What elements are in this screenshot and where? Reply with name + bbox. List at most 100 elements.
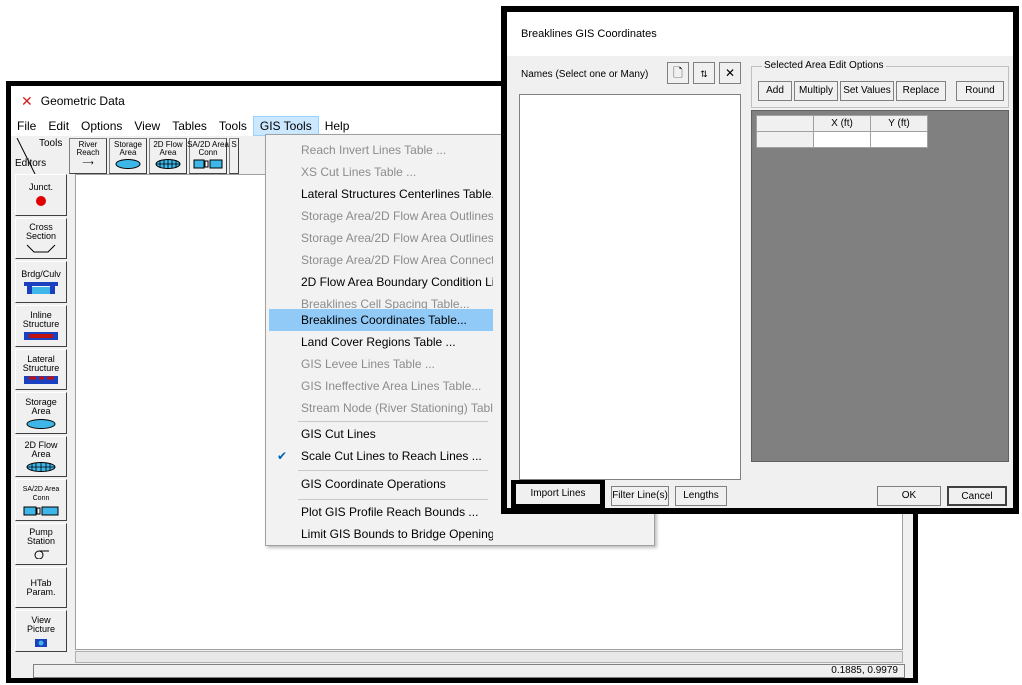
toolbar: Tools Editors River Reach ⟶ Storage Area… <box>15 138 241 174</box>
sort-names-button[interactable]: ⇅ <box>693 62 715 84</box>
menu-gis-ineffective-area[interactable]: GIS Ineffective Area Lines Table... <box>269 375 493 397</box>
pump-station-button[interactable]: Pump Station <box>15 523 67 565</box>
menu-lateral-structures-centerlines[interactable]: Lateral Structures Centerlines Table... <box>269 183 493 205</box>
junction-button[interactable]: Junct. <box>15 174 67 216</box>
storage-area-button[interactable]: Storage Area <box>109 138 147 174</box>
sort-icon: ⇅ <box>700 69 708 79</box>
menu-breaklines-coordinates[interactable]: Breaklines Coordinates Table... <box>269 309 493 331</box>
storage-area-editor-button[interactable]: Storage Area <box>15 392 67 434</box>
s-toolbar-button[interactable]: S <box>229 138 239 174</box>
tools-editors-corner: Tools Editors <box>15 138 67 174</box>
cross-section-button[interactable]: Cross Section <box>15 217 67 260</box>
sa-2d-conn-icon <box>193 159 223 169</box>
new-name-button[interactable]: 🗋 <box>667 62 689 84</box>
menu-reach-invert-lines[interactable]: Reach Invert Lines Table ... <box>269 139 493 161</box>
cross-section-label: Cross Section <box>25 221 57 241</box>
editors-panel: Junct. Cross Section Brdg/Culv Inline St… <box>15 174 71 654</box>
menu-land-cover-regions[interactable]: Land Cover Regions Table ... <box>269 331 493 353</box>
menu-storage-area-connection[interactable]: Storage Area/2D Flow Area Connectic <box>269 249 493 271</box>
menu-limit-gis-bounds[interactable]: Limit GIS Bounds to Bridge Openings <box>269 523 493 545</box>
menu-gis-levee-lines[interactable]: GIS Levee Lines Table ... <box>269 353 493 375</box>
tools-label: Tools <box>39 138 63 149</box>
status-bar: 0.1885, 0.9979 <box>33 664 905 678</box>
horizontal-scrollbar[interactable] <box>75 651 903 663</box>
status-coordinates: 0.1885, 0.9979 <box>831 665 898 676</box>
cross-section-icon <box>26 244 56 253</box>
check-icon: ✔ <box>277 449 288 463</box>
menu-edit[interactable]: Edit <box>42 117 75 135</box>
view-picture-button[interactable]: View Picture <box>15 610 67 653</box>
sa-2d-conn-button[interactable]: SA/2D Area Conn <box>187 138 229 174</box>
menu-options[interactable]: Options <box>75 117 128 135</box>
bridge-culvert-icon <box>24 282 58 295</box>
menu-tools[interactable]: Tools <box>213 117 253 135</box>
htab-param-label: HTab Param. <box>26 577 56 597</box>
storage-area-label: Storage Area <box>113 140 143 157</box>
junction-icon <box>36 195 46 206</box>
menu-gis-cut-lines[interactable]: GIS Cut Lines <box>269 423 493 445</box>
inline-structure-button[interactable]: Inline Structure <box>15 304 67 347</box>
y-cell[interactable] <box>870 131 928 148</box>
menu-view[interactable]: View <box>128 117 166 135</box>
multiply-button[interactable]: Multiply <box>794 81 838 101</box>
row-header <box>756 131 814 148</box>
2d-flow-area-editor-icon <box>26 462 56 473</box>
lateral-structure-label: Lateral Structure <box>22 353 60 373</box>
menu-plot-gis-profile-reach-bounds[interactable]: Plot GIS Profile Reach Bounds ... <box>269 501 493 523</box>
sa-2d-conn-label: SA/2D Area Conn <box>187 140 229 157</box>
add-button[interactable]: Add <box>758 81 792 101</box>
menu-tables[interactable]: Tables <box>166 117 213 135</box>
river-reach-label: River Reach <box>76 140 100 157</box>
cancel-button[interactable]: Cancel <box>947 486 1007 506</box>
replace-button[interactable]: Replace <box>896 81 946 101</box>
new-file-icon: 🗋 <box>673 66 683 80</box>
set-values-button[interactable]: Set Values <box>840 81 894 101</box>
delete-name-button[interactable]: ✕ <box>719 62 741 84</box>
ok-button[interactable]: OK <box>877 486 941 506</box>
inline-structure-label: Inline Structure <box>22 310 60 330</box>
pump-icon <box>34 550 49 560</box>
round-button[interactable]: Round <box>956 81 1004 101</box>
x-cell[interactable] <box>813 131 871 148</box>
menu-separator <box>298 421 488 422</box>
sa-2d-conn-editor-button[interactable]: SA/2D Area Conn <box>15 479 67 522</box>
import-lines-highlight: Import Lines <box>511 480 605 508</box>
import-lines-button[interactable]: Import Lines <box>516 484 600 504</box>
menu-2d-flow-bc-lines[interactable]: 2D Flow Area Boundary Condition Lin <box>269 271 493 293</box>
inline-structure-icon <box>24 332 58 341</box>
menu-storage-area-outlines-t[interactable]: Storage Area/2D Flow Area Outlines T <box>269 205 493 227</box>
htab-param-button[interactable]: HTab Param. <box>15 566 67 609</box>
names-label: Names (Select one or Many) <box>521 69 649 80</box>
breaklines-dialog-title: Breaklines GIS Coordinates <box>507 12 1013 56</box>
app-icon: ✕ <box>21 92 33 109</box>
selected-area-title: Selected Area Edit Options <box>762 60 886 71</box>
filter-lines-button[interactable]: Filter Line(s) <box>611 486 669 506</box>
breaklines-dialog-body: Breaklines GIS Coordinates Names (Select… <box>507 12 1013 508</box>
2d-flow-area-button[interactable]: 2D Flow Area <box>149 138 187 174</box>
lengths-button[interactable]: Lengths <box>675 486 727 506</box>
pump-station-label: Pump Station <box>26 527 56 547</box>
menu-gis-coordinate-operations[interactable]: GIS Coordinate Operations <box>269 473 493 495</box>
2d-flow-area-editor-label: 2D Flow Area <box>24 440 58 460</box>
menu-help[interactable]: Help <box>319 117 356 135</box>
menu-scale-cut-lines-label: Scale Cut Lines to Reach Lines ... <box>301 449 482 463</box>
window-title: Geometric Data <box>40 94 125 108</box>
menu-file[interactable]: File <box>11 117 42 135</box>
2d-flow-grid-icon <box>155 159 181 169</box>
lateral-structure-button[interactable]: Lateral Structure <box>15 348 67 391</box>
view-picture-label: View Picture <box>26 614 55 634</box>
breaklines-dialog: Breaklines GIS Coordinates Names (Select… <box>501 6 1019 514</box>
river-reach-button[interactable]: River Reach ⟶ <box>69 138 107 174</box>
menu-gis-tools[interactable]: GIS Tools <box>252 116 319 136</box>
menu-stream-node-table[interactable]: Stream Node (River Stationing) Table <box>269 397 493 419</box>
menu-scale-cut-lines[interactable]: ✔ Scale Cut Lines to Reach Lines ... <box>269 445 493 467</box>
2d-flow-area-label: 2D Flow Area <box>153 140 183 157</box>
names-list[interactable] <box>519 94 741 480</box>
coordinates-grid[interactable]: X (ft) Y (ft) <box>751 110 1009 462</box>
menu-xs-cut-lines[interactable]: XS Cut Lines Table ... <box>269 161 493 183</box>
2d-flow-area-editor-button[interactable]: 2D Flow Area <box>15 435 67 478</box>
bridge-culvert-button[interactable]: Brdg/Culv <box>15 261 67 303</box>
menu-storage-area-outlines-f[interactable]: Storage Area/2D Flow Area Outlines F <box>269 227 493 249</box>
junction-label: Junct. <box>28 181 53 192</box>
sa-2d-conn-editor-label: SA/2D Area Conn <box>22 485 60 502</box>
